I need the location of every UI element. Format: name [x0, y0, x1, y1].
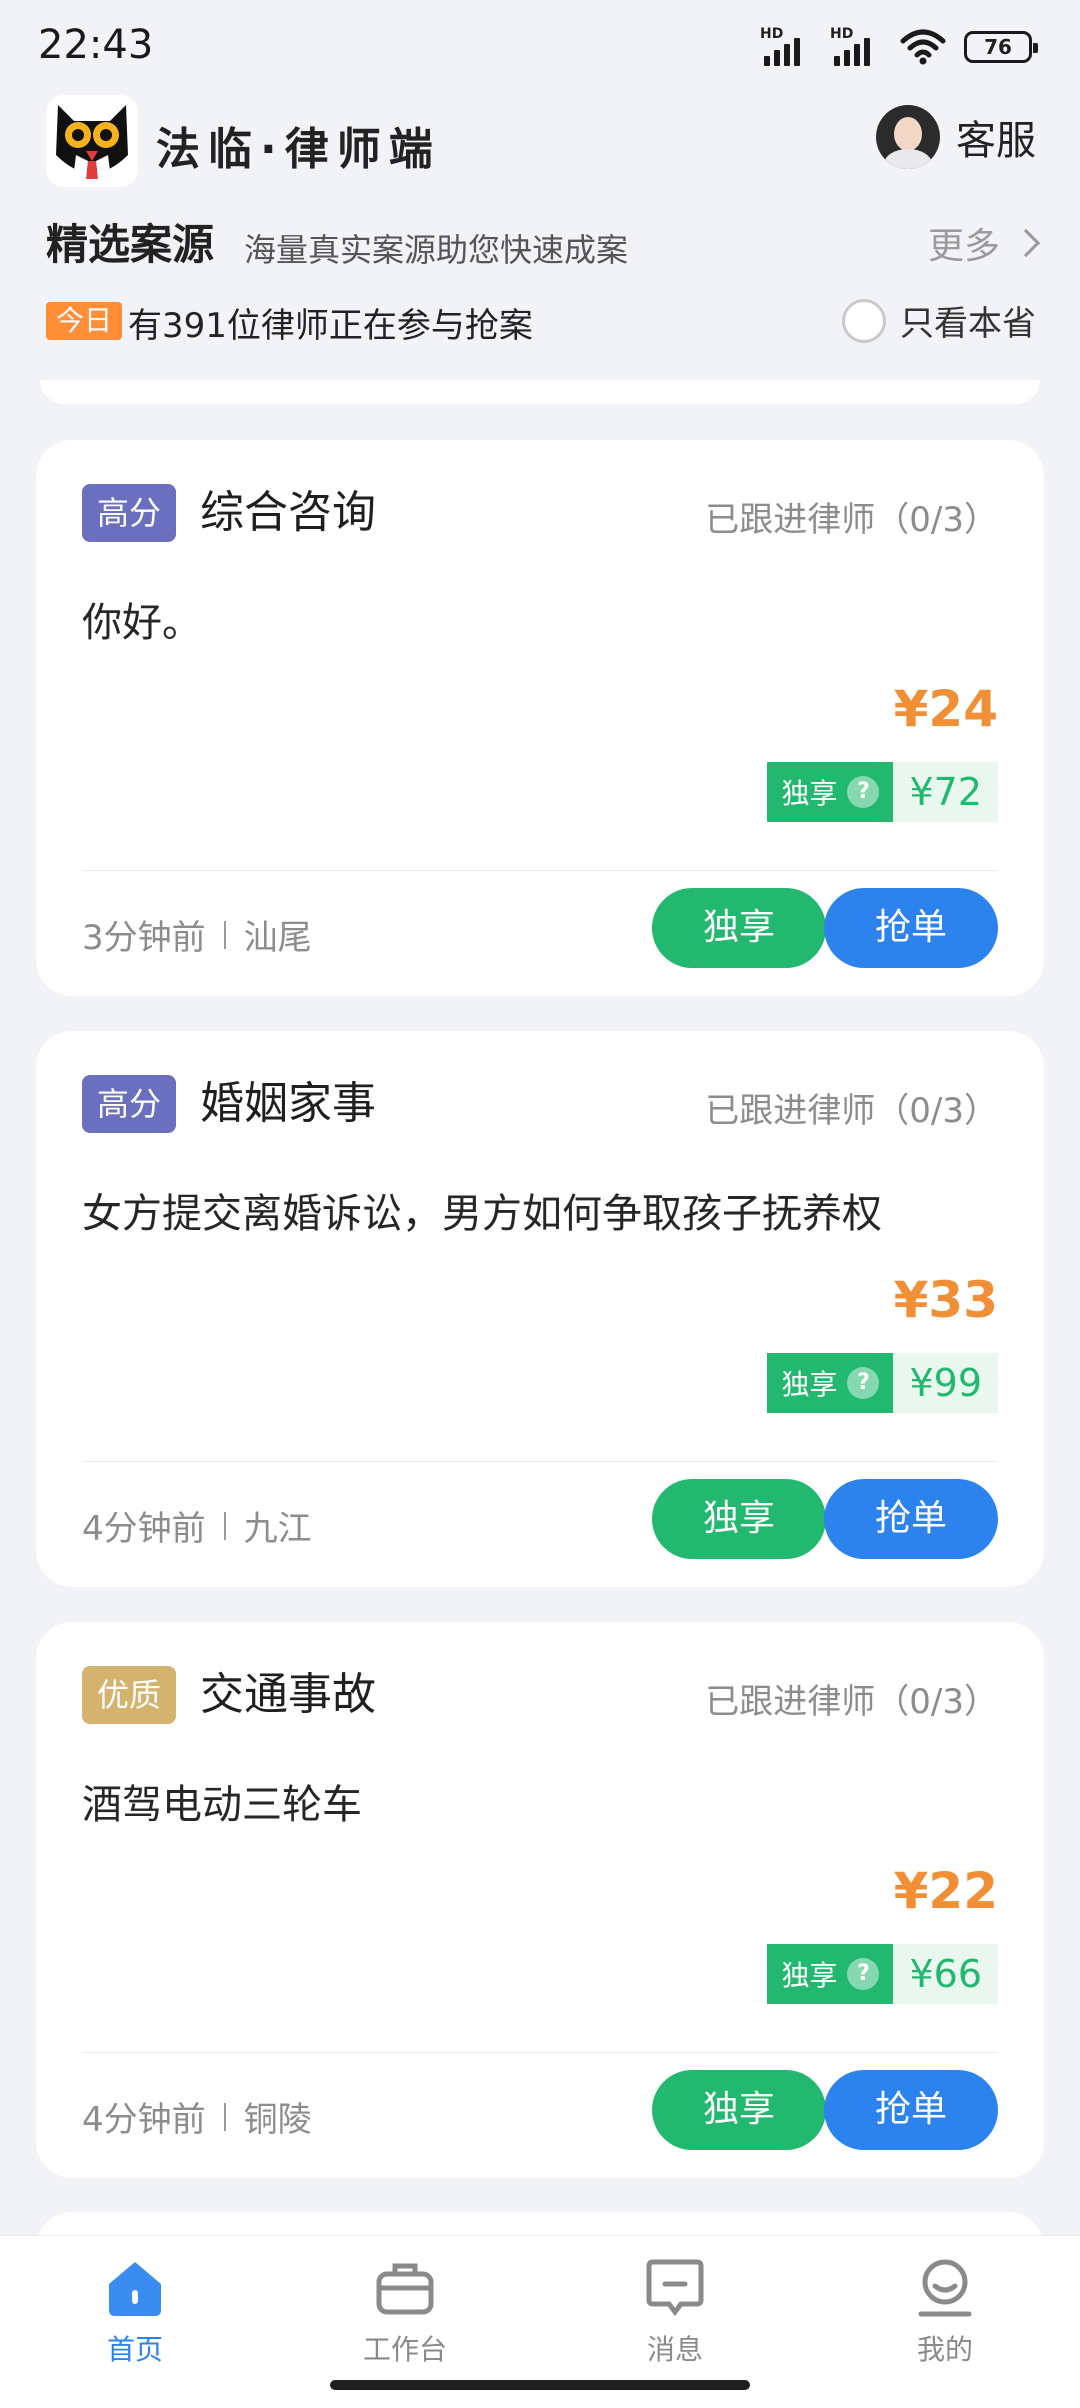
- exclusive-label: 独享: [781, 1368, 838, 1401]
- exclusive-button[interactable]: 独享: [652, 1479, 826, 1559]
- divider: [82, 1461, 998, 1462]
- help-icon[interactable]: ?: [847, 1958, 880, 1990]
- home-indicator[interactable]: [330, 2380, 750, 2390]
- case-meta: 4分钟前 九江: [82, 1501, 312, 1550]
- grab-order-button[interactable]: 抢单: [824, 888, 998, 968]
- separator: [223, 1511, 226, 1540]
- case-description: 酒驾电动三轮车: [82, 1782, 362, 1828]
- help-icon[interactable]: ?: [847, 1367, 880, 1399]
- case-type: 婚姻家事: [200, 1078, 376, 1129]
- section-title: 精选案源: [46, 220, 215, 269]
- more-link[interactable]: 更多: [927, 217, 1041, 269]
- app-title: 法临·律师端: [156, 124, 441, 175]
- exclusive-price: ¥72: [893, 762, 998, 822]
- price: ¥22: [893, 1862, 998, 1920]
- exclusive-price-box: 独享? ¥99: [767, 1353, 998, 1413]
- location: 汕尾: [243, 918, 312, 958]
- nav-home[interactable]: 首页: [45, 2256, 225, 2368]
- briefcase-icon: [373, 2256, 437, 2320]
- service-label: 客服: [956, 118, 1036, 164]
- case-meta: 3分钟前 汕尾: [82, 910, 312, 959]
- nav-profile[interactable]: 我的: [855, 2256, 1035, 2368]
- case-card[interactable]: 优质 交通事故 已跟进律师（0/3） 酒驾电动三轮车 ¥22 独享? ¥66 4…: [36, 1622, 1044, 2178]
- more-label: 更多: [927, 226, 1000, 267]
- case-card[interactable]: 高分 综合咨询 已跟进律师（0/3） 你好。 ¥24 独享? ¥72 3分钟前 …: [36, 440, 1044, 996]
- separator: [223, 2102, 226, 2131]
- nav-messages[interactable]: 消息: [585, 2256, 765, 2368]
- quality-tag: 优质: [82, 1666, 176, 1724]
- exclusive-button[interactable]: 独享: [652, 2070, 826, 2150]
- home-icon: [103, 2256, 167, 2320]
- profile-icon: [913, 2256, 977, 2320]
- post-time: 4分钟前: [82, 1509, 206, 1549]
- exclusive-button[interactable]: 独享: [652, 888, 826, 968]
- post-time: 4分钟前: [82, 2100, 206, 2140]
- case-description: 你好。: [82, 600, 202, 646]
- grab-order-button[interactable]: 抢单: [824, 2070, 998, 2150]
- nav-label: 消息: [646, 2333, 703, 2366]
- case-meta: 4分钟前 铜陵: [82, 2092, 312, 2141]
- status-icons: HD HD 76: [760, 26, 1038, 66]
- help-icon[interactable]: ?: [847, 776, 880, 808]
- nav-label: 工作台: [362, 2333, 447, 2366]
- nav-workbench[interactable]: 工作台: [315, 2256, 495, 2368]
- exclusive-label: 独享: [781, 1959, 838, 1992]
- case-type: 综合咨询: [200, 487, 376, 538]
- only-province-label: 只看本省: [900, 304, 1036, 344]
- case-description: 女方提交离婚诉讼，男方如何争取孩子抚养权: [82, 1191, 882, 1237]
- case-type: 交通事故: [200, 1669, 376, 1720]
- customer-service-button[interactable]: 客服: [876, 105, 1036, 169]
- score-tag: 高分: [82, 484, 176, 542]
- follow-count: 已跟进律师（0/3）: [705, 1682, 998, 1722]
- wifi-icon: [900, 29, 946, 65]
- exclusive-price: ¥99: [893, 1353, 998, 1413]
- avatar: [876, 105, 940, 169]
- status-time: 22:43: [38, 22, 154, 68]
- chevron-right-icon: [1011, 228, 1041, 258]
- divider: [82, 2052, 998, 2053]
- location: 九江: [243, 1509, 312, 1549]
- cellular-signal-icon-2: HD: [830, 26, 882, 66]
- separator: [223, 920, 226, 949]
- exclusive-price-box: 独享? ¥66: [767, 1944, 998, 2004]
- score-tag: 高分: [82, 1075, 176, 1133]
- price: ¥33: [893, 1271, 998, 1329]
- only-province-toggle[interactable]: 只看本省: [842, 296, 1036, 345]
- case-card[interactable]: 高分 婚姻家事 已跟进律师（0/3） 女方提交离婚诉讼，男方如何争取孩子抚养权 …: [36, 1031, 1044, 1587]
- message-icon: [643, 2256, 707, 2320]
- follow-count: 已跟进律师（0/3）: [705, 1091, 998, 1131]
- nav-label: 首页: [106, 2333, 163, 2366]
- owl-logo-icon: [46, 95, 138, 187]
- today-row: 今日 有391位律师正在参与抢案 只看本省: [0, 292, 1080, 352]
- price: ¥24: [893, 680, 998, 738]
- exclusive-label: 独享: [781, 777, 838, 810]
- today-text: 有391位律师正在参与抢案: [128, 306, 533, 346]
- previous-card-edge: [40, 380, 1040, 404]
- cellular-signal-icon: HD: [760, 26, 812, 66]
- battery-icon: 76: [964, 31, 1038, 63]
- exclusive-price-box: 独享? ¥72: [767, 762, 998, 822]
- location: 铜陵: [243, 2100, 312, 2140]
- divider: [82, 870, 998, 871]
- app-header: 法临·律师端 客服: [0, 95, 1080, 205]
- status-bar: 22:43 HD HD 76: [0, 0, 1080, 95]
- radio-icon: [842, 298, 886, 343]
- grab-order-button[interactable]: 抢单: [824, 1479, 998, 1559]
- today-badge: 今日: [46, 302, 123, 340]
- section-subtitle: 海量真实案源助您快速成案: [244, 231, 629, 269]
- post-time: 3分钟前: [82, 918, 206, 958]
- exclusive-price: ¥66: [893, 1944, 998, 2004]
- nav-label: 我的: [916, 2333, 973, 2366]
- follow-count: 已跟进律师（0/3）: [705, 500, 998, 540]
